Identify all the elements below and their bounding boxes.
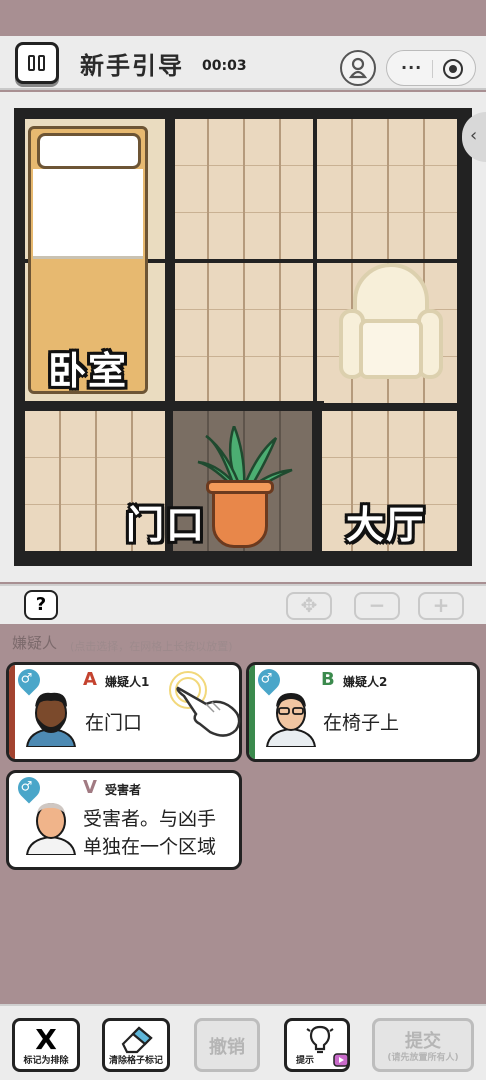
- page-title: 新手引导: [80, 52, 184, 80]
- card-stripe: [9, 665, 15, 759]
- video-ad-icon: [333, 1053, 349, 1067]
- room-wall: [14, 401, 324, 411]
- armchair: [339, 263, 443, 383]
- submit-button[interactable]: 提交 (请先放置所有人): [372, 1018, 474, 1072]
- pause-bar-icon: [38, 55, 45, 71]
- suspect-role: 嫌疑人2: [343, 675, 388, 689]
- bed-pillow: [37, 133, 141, 169]
- grid-cell[interactable]: [173, 119, 313, 259]
- avatar: [25, 692, 77, 747]
- more-button[interactable]: ···: [401, 58, 422, 77]
- zoom-in-button[interactable]: +: [418, 592, 464, 620]
- suspect-role: 受害者: [105, 783, 142, 797]
- user-icon: [348, 57, 368, 79]
- suspect-clue: 在门口: [85, 712, 143, 734]
- suspect-role: 嫌疑人1: [105, 675, 150, 689]
- suspect-card-b[interactable]: ♂ B 嫌疑人2 在椅子上: [246, 662, 480, 762]
- bed-sheet: [33, 169, 143, 259]
- pause-bar-icon: [28, 55, 35, 71]
- help-button[interactable]: ?: [24, 590, 58, 620]
- room-wall: [165, 108, 175, 410]
- close-target-icon[interactable]: [443, 59, 463, 79]
- plant-pot-rim: [206, 480, 274, 494]
- submit-sublabel: (请先放置所有人): [387, 1053, 459, 1063]
- board-area: 卧室 门口 大厅 ‹: [0, 92, 486, 582]
- tool-row: ? ✥ − +: [0, 584, 486, 624]
- armchair-seat: [359, 319, 423, 379]
- move-button[interactable]: ✥: [286, 592, 332, 620]
- tutorial-hand-icon: [169, 671, 241, 737]
- suspects-section-title: 嫌疑人: [12, 634, 58, 652]
- pause-button[interactable]: [15, 42, 59, 84]
- armchair-back: [353, 263, 429, 323]
- zoom-out-button[interactable]: −: [354, 592, 400, 620]
- mark-exclude-label: 标记为排除: [23, 1056, 69, 1066]
- suspect-letter: A: [83, 669, 97, 690]
- suspect-letter: V: [83, 777, 97, 798]
- avatar: [25, 803, 77, 855]
- top-bar: 新手引导 00:03 ···: [0, 36, 486, 90]
- victim-clue-line1: 受害者。与凶手: [83, 808, 217, 830]
- suspect-letter: B: [321, 669, 335, 690]
- bottom-bar: X 标记为排除 清除格子标记 撤销 提示 提交 (请先放置所有人): [0, 1004, 486, 1080]
- potted-plant: [194, 426, 294, 552]
- mark-exclude-button[interactable]: X 标记为排除: [12, 1018, 80, 1072]
- capsule-divider: [432, 60, 433, 78]
- lightbulb-icon: [306, 1025, 334, 1054]
- hint-button[interactable]: 提示: [284, 1018, 350, 1072]
- plant-pot: [212, 486, 268, 548]
- grid-cell[interactable]: [173, 263, 313, 403]
- grid-cell[interactable]: [317, 119, 457, 259]
- chevron-left-icon: ‹: [470, 125, 478, 146]
- clear-marks-label: 清除格子标记: [108, 1056, 163, 1066]
- undo-button[interactable]: 撤销: [194, 1018, 260, 1072]
- mark-exclude-x: X: [35, 1023, 57, 1056]
- miniprogram-capsule: ···: [386, 50, 476, 86]
- room-wall: [312, 401, 322, 566]
- room-label-doorway: 门口: [126, 503, 207, 547]
- suspects-section-hint: (点击选择，在网格上长按以放置): [70, 640, 233, 653]
- eraser-icon: [121, 1026, 153, 1054]
- clear-marks-button[interactable]: 清除格子标记: [102, 1018, 170, 1072]
- room-label-bedroom: 卧室: [48, 349, 129, 393]
- undo-label: 撤销: [209, 1037, 245, 1058]
- hint-label: 提示: [295, 1056, 314, 1066]
- avatar: [265, 693, 317, 747]
- game-board: 卧室 门口 大厅: [14, 108, 472, 566]
- user-button[interactable]: [340, 50, 376, 86]
- suspect-clue: 在椅子上: [323, 712, 400, 734]
- victim-card[interactable]: ♂ V 受害者 受害者。与凶手 单独在一个区域: [6, 770, 242, 870]
- top-strip: [0, 0, 486, 36]
- timer: 00:03: [202, 58, 247, 74]
- victim-clue-line2: 单独在一个区域: [83, 836, 217, 858]
- room-label-hall: 大厅: [346, 503, 427, 547]
